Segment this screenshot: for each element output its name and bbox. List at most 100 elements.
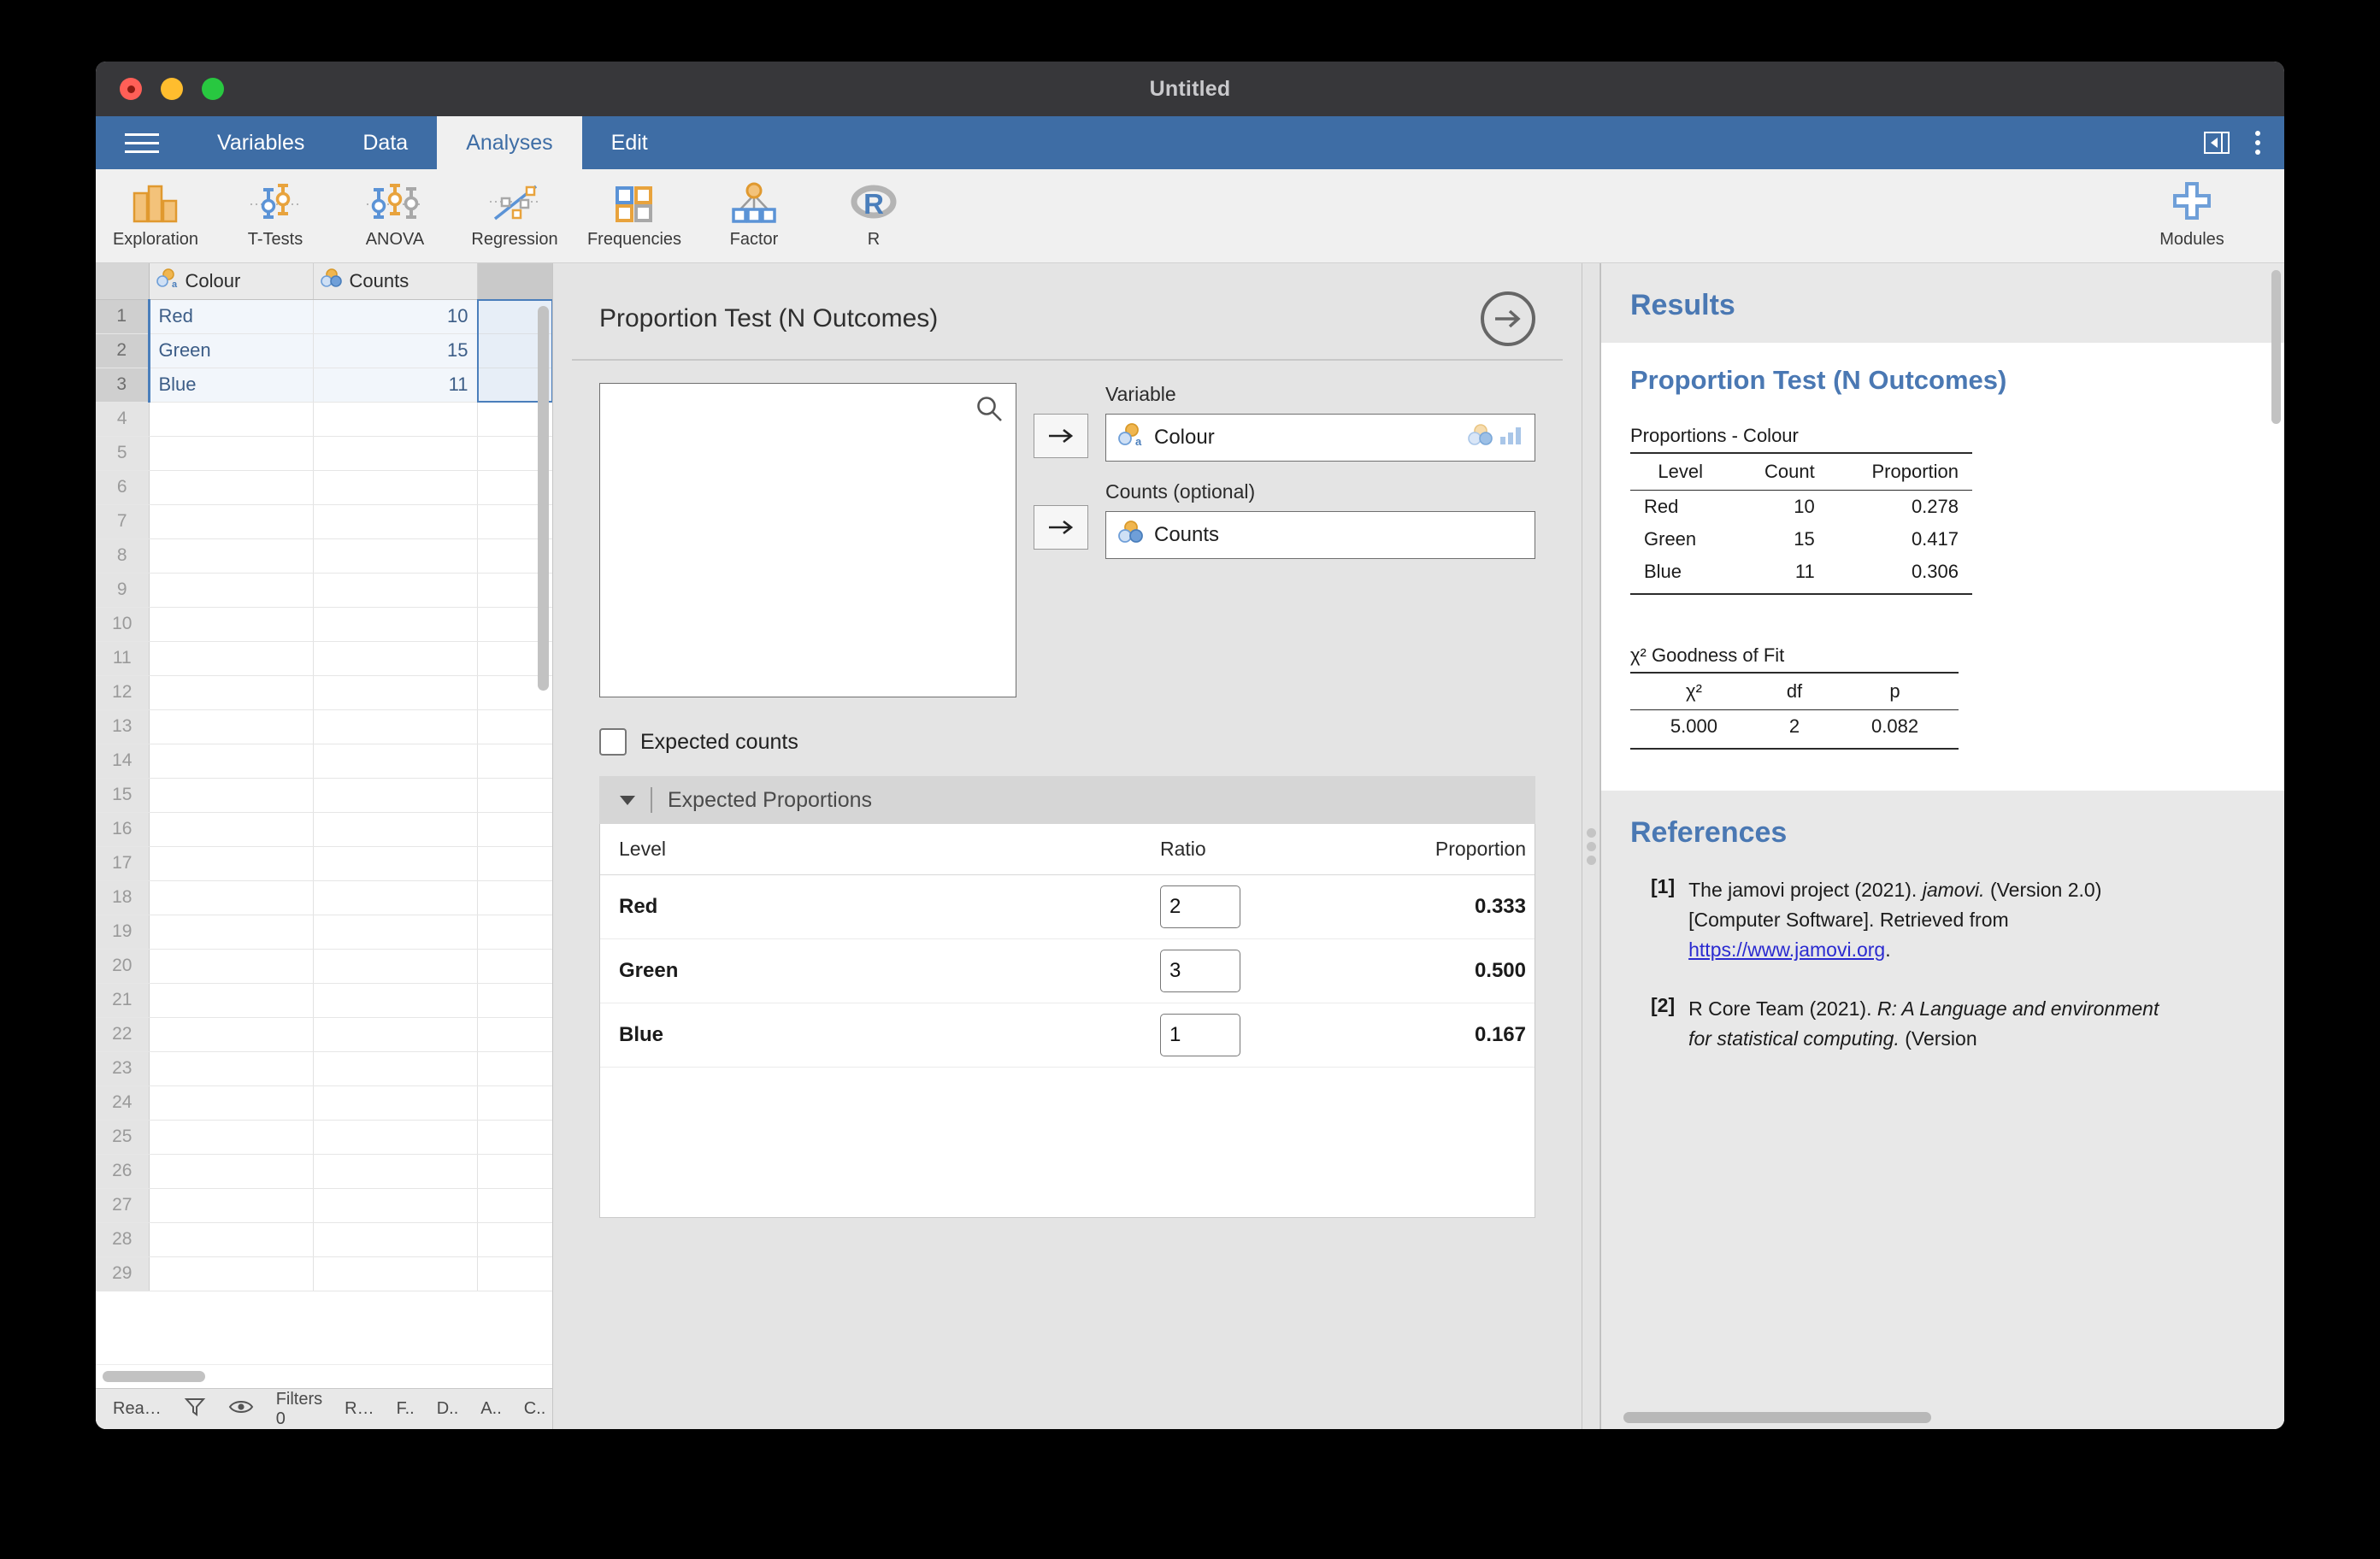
ribbon-modules[interactable]: Modules (2132, 174, 2252, 259)
table-row[interactable]: 6 (96, 470, 552, 505)
status-abbrev-c[interactable]: C.. (524, 1399, 546, 1419)
table-row[interactable]: 16 (96, 812, 552, 847)
cell-counts[interactable] (313, 1085, 478, 1121)
column-header-empty[interactable] (477, 263, 552, 300)
cell-counts[interactable] (313, 983, 478, 1018)
cell-counts[interactable] (313, 1154, 478, 1189)
cell-colour[interactable] (149, 915, 314, 950)
cell-colour[interactable] (149, 709, 314, 744)
table-row[interactable]: 12 (96, 675, 552, 710)
cell-colour[interactable] (149, 1188, 314, 1223)
cell-colour[interactable] (149, 880, 314, 915)
ribbon-anova[interactable]: ANOVA (335, 174, 455, 259)
cell-colour[interactable] (149, 573, 314, 608)
menu-icon[interactable] (96, 116, 188, 169)
cell-colour[interactable] (149, 983, 314, 1018)
table-row[interactable]: 4 (96, 402, 552, 437)
cell-counts[interactable] (313, 915, 478, 950)
cell-empty[interactable] (477, 1085, 552, 1121)
cell-colour[interactable] (149, 1017, 314, 1052)
cell-colour[interactable] (149, 675, 314, 710)
cell-counts[interactable]: 11 (313, 368, 478, 403)
expected-counts-row[interactable]: Expected counts (599, 728, 1535, 756)
cell-counts[interactable] (313, 1017, 478, 1052)
table-row[interactable]: 25 (96, 1120, 552, 1155)
ribbon-regression[interactable]: Regression (455, 174, 574, 259)
cell-colour[interactable]: Red (147, 299, 314, 334)
cell-colour[interactable] (149, 1120, 314, 1155)
cell-counts[interactable] (313, 846, 478, 881)
cell-counts[interactable] (313, 675, 478, 710)
table-row[interactable]: 14 (96, 744, 552, 779)
cell-empty[interactable] (477, 709, 552, 744)
cell-counts[interactable]: 15 (313, 333, 478, 368)
table-row[interactable]: 10 (96, 607, 552, 642)
cell-colour[interactable] (149, 846, 314, 881)
cell-colour[interactable] (149, 778, 314, 813)
cell-colour[interactable] (149, 1085, 314, 1121)
search-icon[interactable] (975, 394, 1004, 427)
ribbon-exploration[interactable]: Exploration (96, 174, 215, 259)
cell-counts[interactable] (313, 402, 478, 437)
status-abbrev-r[interactable]: R… (345, 1399, 374, 1419)
cell-colour[interactable] (149, 812, 314, 847)
cell-colour[interactable]: Blue (147, 368, 314, 403)
column-header-colour[interactable]: a Colour (149, 263, 314, 300)
cell-empty[interactable] (477, 1188, 552, 1223)
variable-field[interactable]: a Colour (1105, 414, 1535, 462)
cell-counts[interactable] (313, 778, 478, 813)
status-abbrev-d[interactable]: D.. (437, 1399, 459, 1419)
table-row[interactable]: 29 (96, 1256, 552, 1291)
cell-counts[interactable] (313, 504, 478, 539)
vertical-scrollbar[interactable] (538, 306, 549, 691)
results-vertical-scrollbar[interactable] (2271, 270, 2281, 424)
table-row[interactable]: 9 (96, 573, 552, 608)
table-row[interactable]: 28 (96, 1222, 552, 1257)
ribbon-ttests[interactable]: T-Tests (215, 174, 335, 259)
cell-colour[interactable] (149, 641, 314, 676)
cell-counts[interactable] (313, 573, 478, 608)
assign-variable-button[interactable] (1034, 414, 1088, 458)
ratio-input-blue[interactable] (1160, 1014, 1240, 1056)
available-variables-list[interactable] (599, 383, 1016, 697)
tab-analyses[interactable]: Analyses (437, 116, 582, 169)
cell-colour[interactable] (149, 1154, 314, 1189)
tab-data[interactable]: Data (333, 116, 437, 169)
cell-counts[interactable] (313, 1120, 478, 1155)
hide-options-button[interactable] (1481, 291, 1535, 346)
tab-variables[interactable]: Variables (188, 116, 333, 169)
tab-edit[interactable]: Edit (582, 116, 677, 169)
cell-counts[interactable] (313, 1188, 478, 1223)
cell-empty[interactable] (477, 744, 552, 779)
cell-colour[interactable] (149, 949, 314, 984)
eye-icon[interactable] (228, 1397, 254, 1421)
table-row[interactable]: 7 (96, 504, 552, 539)
cell-colour[interactable] (149, 744, 314, 779)
table-row[interactable]: 22 (96, 1017, 552, 1052)
column-header-counts[interactable]: Counts (313, 263, 478, 300)
table-row[interactable]: 17 (96, 846, 552, 881)
cell-counts[interactable] (313, 709, 478, 744)
cell-colour[interactable] (149, 1256, 314, 1291)
cell-empty[interactable] (477, 1256, 552, 1291)
cell-empty[interactable] (477, 1222, 552, 1257)
ribbon-r[interactable]: R R (814, 174, 934, 259)
status-filters[interactable]: Filters 0 (276, 1390, 322, 1429)
horizontal-scrollbar[interactable] (103, 1371, 205, 1382)
cell-colour[interactable] (149, 402, 314, 437)
ratio-input-green[interactable] (1160, 950, 1240, 992)
panel-splitter[interactable] (1582, 263, 1600, 1429)
cell-counts[interactable]: 10 (313, 299, 478, 334)
table-row[interactable]: 3 Blue 11 (96, 368, 552, 403)
table-row[interactable]: 1 Red 10 (96, 299, 552, 334)
table-row[interactable]: 27 (96, 1188, 552, 1223)
results-content[interactable]: Proportion Test (N Outcomes) Proportions… (1601, 343, 2284, 791)
cell-empty[interactable] (477, 1017, 552, 1052)
assign-counts-button[interactable] (1034, 505, 1088, 550)
cell-empty[interactable] (477, 778, 552, 813)
reference-link[interactable]: https://www.jamovi.org (1688, 938, 1885, 961)
cell-counts[interactable] (313, 538, 478, 574)
expected-proportions-section-header[interactable]: Expected Proportions (599, 776, 1535, 824)
ribbon-frequencies[interactable]: Frequencies (574, 174, 694, 259)
cell-counts[interactable] (313, 1222, 478, 1257)
